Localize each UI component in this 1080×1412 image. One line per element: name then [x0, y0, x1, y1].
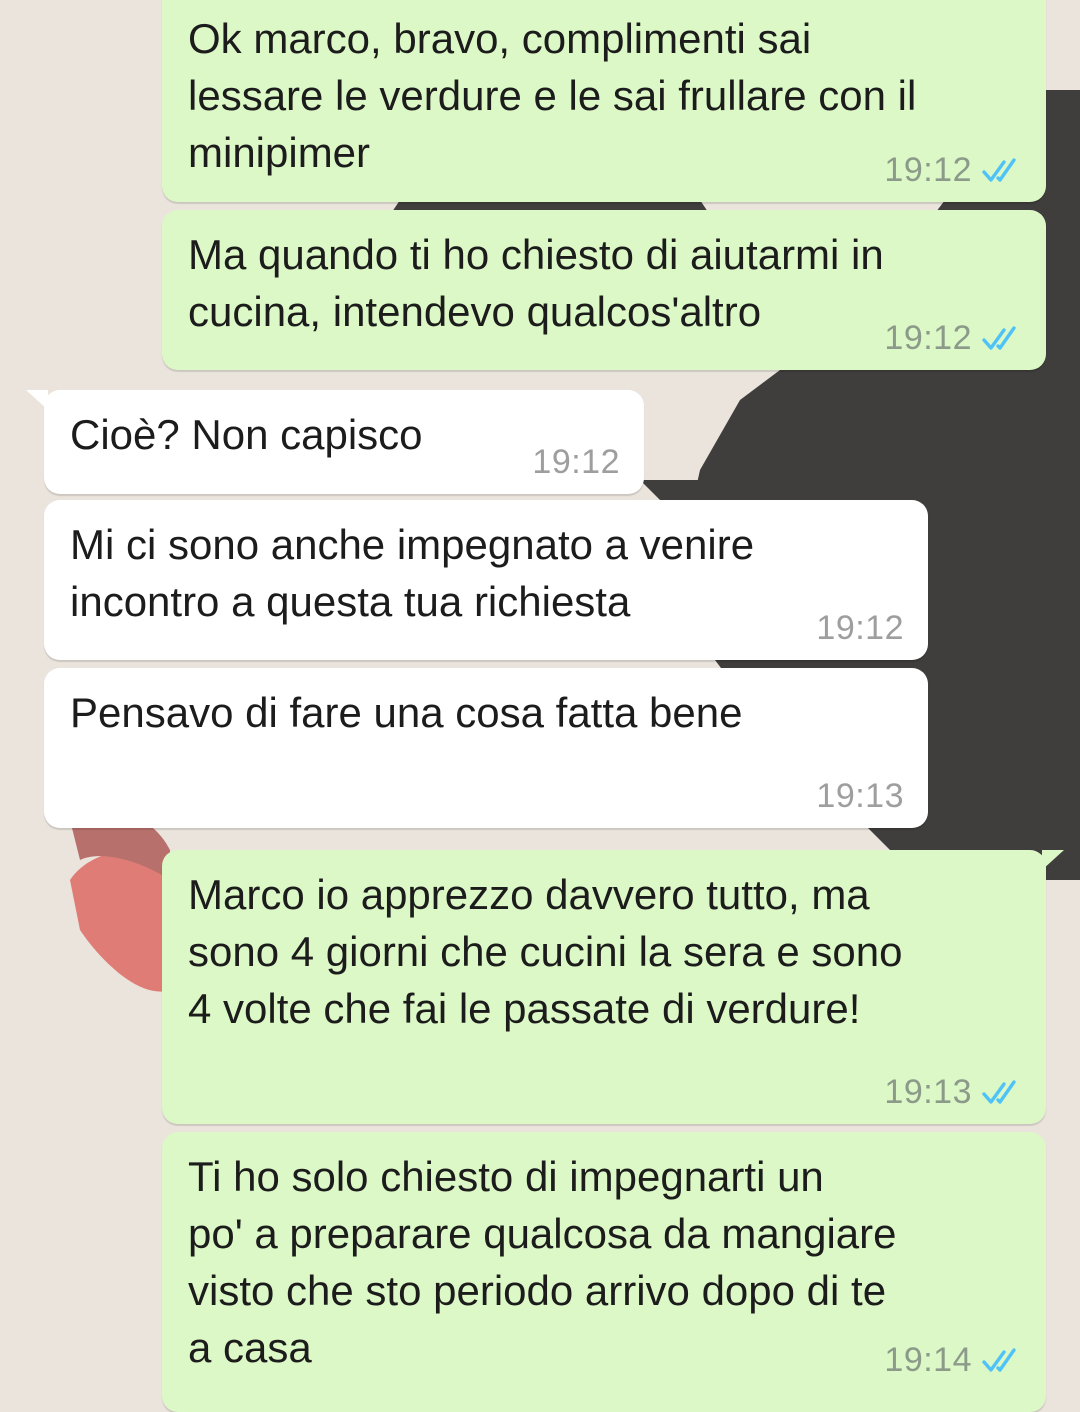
- message-meta: 19:14: [884, 1341, 1022, 1380]
- message-meta: 19:12: [884, 151, 1022, 190]
- message-text: Mi ci sono anche impegnato a venire inco…: [70, 521, 755, 625]
- bubble-tail: [1042, 850, 1064, 870]
- message-meta: 19:12: [884, 319, 1022, 358]
- message-meta: 19:13: [816, 777, 904, 816]
- double-check-icon: [982, 157, 1016, 182]
- message-meta: 19:12: [816, 609, 904, 648]
- double-check-icon: [982, 1079, 1016, 1104]
- message-text: Pensavo di fare una cosa fatta bene: [70, 689, 743, 736]
- message-time: 19:12: [816, 609, 904, 647]
- outgoing-message-bubble[interactable]: Marco io apprezzo davvero tutto, ma sono…: [162, 850, 1064, 1124]
- message-time: 19:14: [884, 1341, 972, 1379]
- outgoing-message-bubble[interactable]: Ti ho solo chiesto di impegnarti un po' …: [162, 1132, 1046, 1412]
- message-time: 19:12: [884, 151, 972, 189]
- message-time: 19:12: [884, 319, 972, 357]
- outgoing-message-bubble[interactable]: Ma quando ti ho chiesto di aiutarmi in c…: [162, 210, 1046, 370]
- bubble-tail: [26, 390, 48, 410]
- double-check-icon: [982, 1347, 1016, 1372]
- message-time: 19:13: [816, 777, 904, 815]
- incoming-message-bubble[interactable]: Mi ci sono anche impegnato a venire inco…: [44, 500, 928, 660]
- message-time: 19:13: [884, 1073, 972, 1111]
- incoming-message-bubble[interactable]: Pensavo di fare una cosa fatta bene 19:1…: [44, 668, 928, 828]
- message-time: 19:12: [532, 443, 620, 481]
- message-text: Marco io apprezzo davvero tutto, ma sono…: [188, 871, 903, 1032]
- double-check-icon: [982, 325, 1016, 350]
- message-meta: 19:12: [532, 443, 620, 482]
- incoming-message-bubble[interactable]: Cioè? Non capisco 19:12: [26, 390, 644, 494]
- chat-message-list[interactable]: Ok marco, bravo, complimenti sai lessare…: [0, 0, 1080, 1412]
- message-meta: 19:13: [884, 1073, 1022, 1112]
- outgoing-message-bubble[interactable]: Ok marco, bravo, complimenti sai lessare…: [162, 0, 1046, 202]
